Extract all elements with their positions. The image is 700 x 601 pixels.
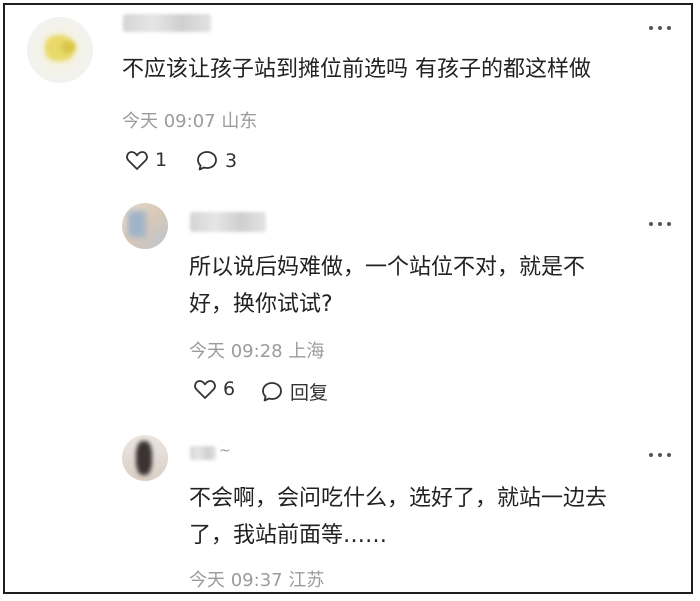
heart-icon bbox=[193, 378, 217, 400]
username-blurred[interactable] bbox=[190, 446, 216, 460]
like-count: 1 bbox=[155, 149, 168, 171]
reply-text-line: 了，我站前面等…… bbox=[189, 523, 388, 548]
reply-meta: 今天 09:37 江苏 bbox=[189, 570, 325, 591]
like-button[interactable]: 1 bbox=[125, 149, 167, 171]
reply-button[interactable]: 回复 bbox=[260, 378, 328, 405]
avatar[interactable] bbox=[27, 17, 93, 83]
heart-icon bbox=[125, 149, 149, 171]
speech-bubble-icon bbox=[195, 149, 219, 173]
more-dots-icon[interactable] bbox=[649, 453, 673, 459]
reply-text-line: 不会啊，会问吃什么，选好了，就站一边去 bbox=[189, 486, 608, 511]
more-dots-icon[interactable] bbox=[649, 222, 673, 228]
avatar[interactable] bbox=[122, 203, 168, 249]
username-blurred[interactable] bbox=[190, 212, 266, 232]
avatar[interactable] bbox=[122, 435, 168, 481]
reply-count: 3 bbox=[225, 150, 238, 172]
like-count: 6 bbox=[223, 378, 236, 400]
username-suffix: ~ bbox=[219, 443, 231, 459]
username-blurred[interactable] bbox=[123, 14, 211, 32]
reply-text-line: 好，换你试试? bbox=[189, 292, 333, 317]
comment-thread: 不应该让孩子站到摊位前选吗 有孩子的都这样做 今天 09:07 山东 1 3 所… bbox=[3, 3, 693, 594]
comment-meta: 今天 09:07 山东 bbox=[122, 111, 258, 132]
speech-bubble-icon bbox=[260, 380, 284, 404]
comment-button[interactable]: 3 bbox=[195, 149, 237, 173]
comment-text: 不应该让孩子站到摊位前选吗 有孩子的都这样做 bbox=[122, 57, 591, 82]
reply-meta: 今天 09:28 上海 bbox=[189, 341, 325, 362]
reply-label: 回复 bbox=[290, 382, 329, 404]
reply-text-line: 所以说后妈难做，一个站位不对，就是不 bbox=[189, 255, 586, 280]
more-dots-icon[interactable] bbox=[649, 26, 673, 32]
like-button[interactable]: 6 bbox=[193, 378, 235, 400]
